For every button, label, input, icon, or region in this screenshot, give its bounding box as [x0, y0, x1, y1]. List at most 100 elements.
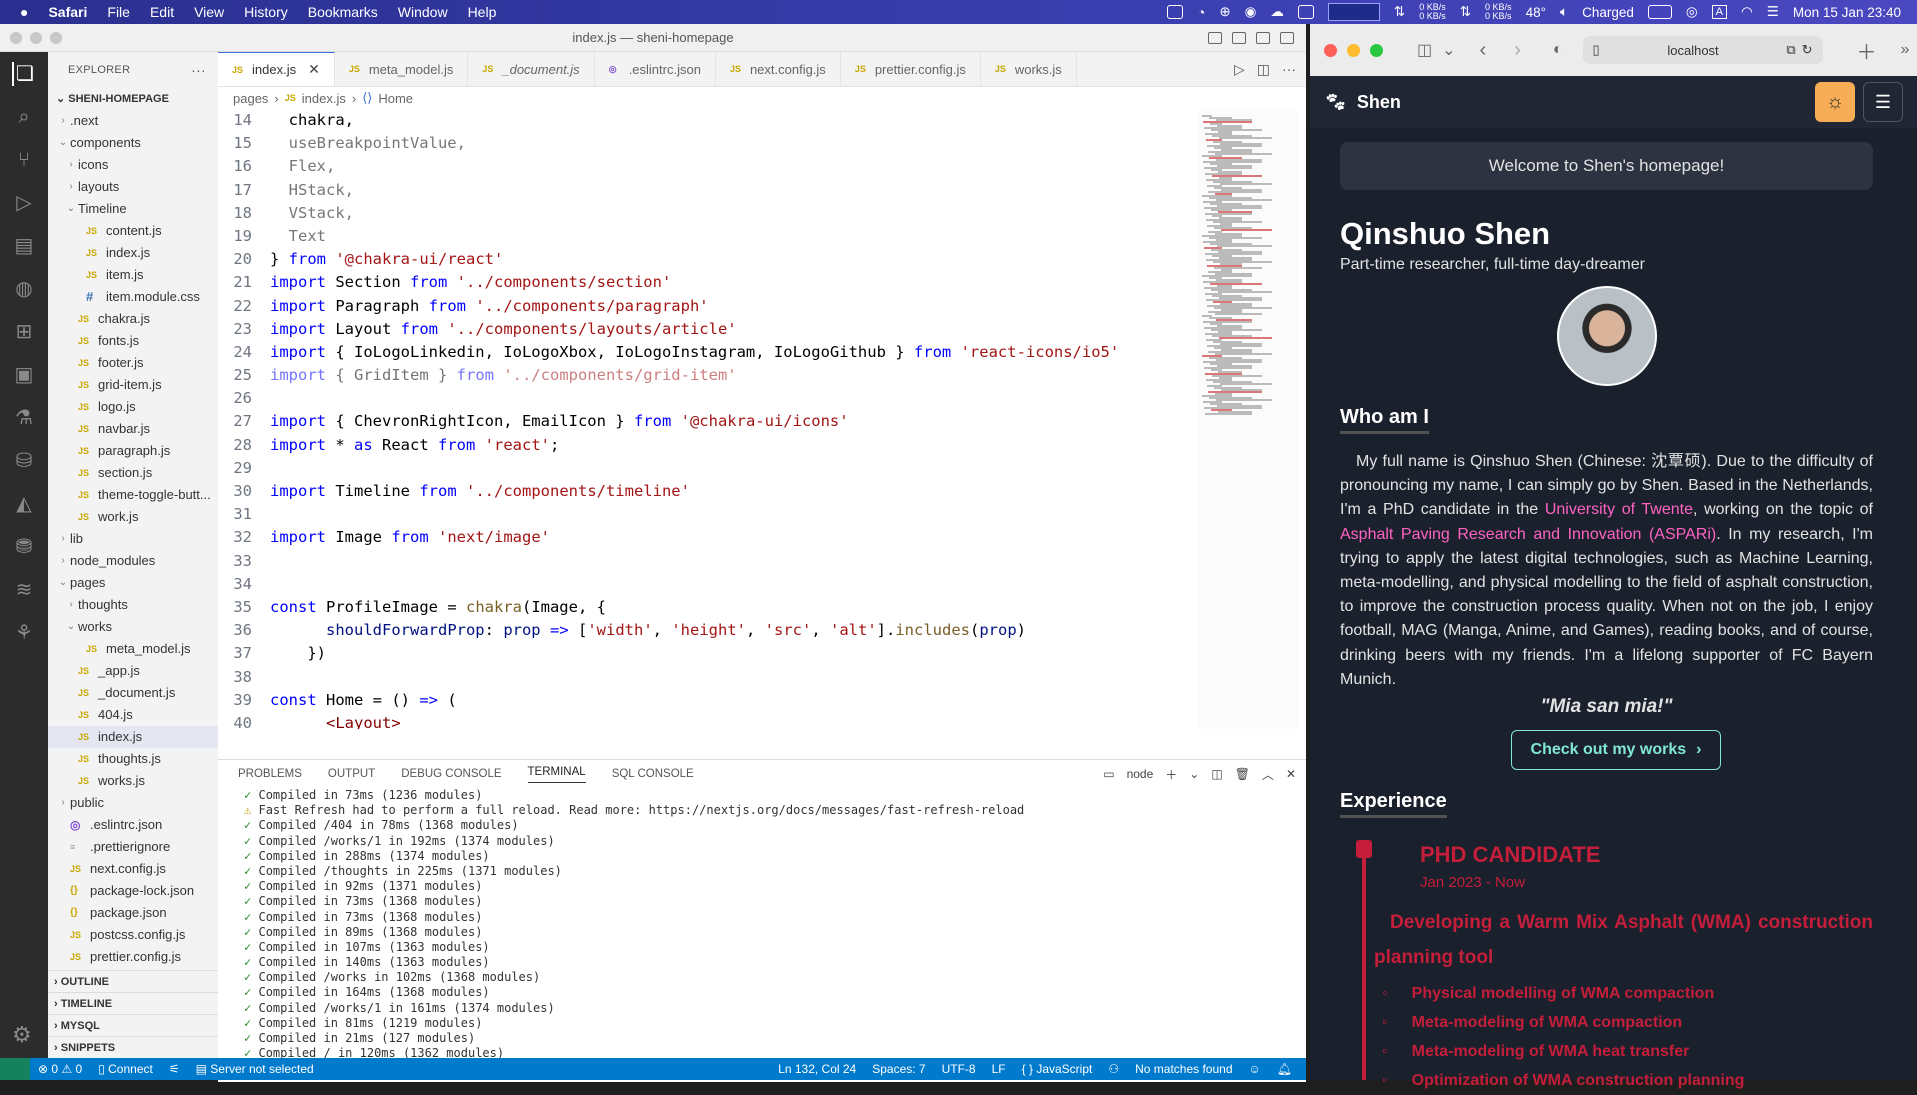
- tree-file[interactable]: ≡ .prettierignore: [48, 836, 218, 858]
- n-app-icon[interactable]: [1167, 5, 1184, 19]
- zoom-window-button[interactable]: [50, 31, 62, 44]
- tree-folder[interactable]: › public: [48, 792, 218, 814]
- menu-bookmarks[interactable]: Bookmarks: [308, 4, 378, 20]
- tree-folder[interactable]: ⌄ works: [48, 616, 218, 638]
- tree-file[interactable]: JS works.js: [48, 770, 218, 792]
- terminal-shell[interactable]: node: [1127, 767, 1154, 781]
- tree-file[interactable]: JS work.js: [48, 506, 218, 528]
- tree-file[interactable]: JS meta_model.js: [48, 638, 218, 660]
- chevron-down-icon[interactable]: ⌄: [1442, 40, 1455, 60]
- datetime[interactable]: Mon 15 Jan 23:40: [1793, 5, 1901, 20]
- tree-file[interactable]: {} package-lock.json: [48, 880, 218, 902]
- explorer-icon[interactable]: ❏: [12, 62, 36, 86]
- tree-folder[interactable]: › icons: [48, 154, 218, 176]
- menu-window[interactable]: Window: [398, 4, 448, 20]
- tree-folder[interactable]: › layouts: [48, 176, 218, 198]
- back-icon[interactable]: ‹: [1480, 39, 1487, 62]
- tree-folder[interactable]: › lib: [48, 528, 218, 550]
- database-icon[interactable]: ⛁: [12, 449, 36, 473]
- panel-tab-terminal[interactable]: TERMINAL: [527, 766, 586, 783]
- tree-folder[interactable]: ⌄ pages: [48, 572, 218, 594]
- battery-status[interactable]: Charged: [1582, 5, 1634, 20]
- privacy-shield-icon[interactable]: ◐: [1553, 41, 1563, 59]
- menu-history[interactable]: History: [244, 4, 288, 20]
- editor-tab[interactable]: JS _document.js: [468, 52, 595, 86]
- tree-file[interactable]: JS theme-toggle-butt...: [48, 484, 218, 506]
- indentation[interactable]: Spaces: 7: [872, 1062, 925, 1076]
- tree-file[interactable]: JS chakra.js: [48, 308, 218, 330]
- code-editor[interactable]: 14 chakra, 15 useBreakpointValue, 16 Flex,…: [218, 109, 1188, 729]
- connect-button[interactable]: ▯ Connect: [98, 1062, 153, 1076]
- volume-icon[interactable]: 🔈︎: [1560, 4, 1568, 20]
- new-tab-icon[interactable]: ＋: [1857, 36, 1877, 65]
- split-editor-icon[interactable]: ◫: [1257, 61, 1270, 78]
- control-center-icon[interactable]: ☰: [1767, 4, 1779, 20]
- chevron-up-icon[interactable]: ︿: [1262, 766, 1274, 783]
- translate-icon[interactable]: ⧉: [1786, 42, 1795, 58]
- panel-tab-output[interactable]: OUTPUT: [328, 768, 375, 780]
- menu-file[interactable]: File: [107, 4, 130, 20]
- editor-tab[interactable]: JS prettier.config.js: [841, 52, 981, 86]
- close-window-button[interactable]: [10, 31, 22, 44]
- tree-file[interactable]: ◎ .eslintrc.json: [48, 814, 218, 836]
- panel-tab-problems[interactable]: PROBLEMS: [238, 768, 302, 780]
- tree-file[interactable]: JS index.js: [48, 242, 218, 264]
- new-terminal-icon[interactable]: ＋: [1165, 766, 1177, 783]
- sql-icon[interactable]: ⛃: [12, 535, 36, 559]
- network-icon-2[interactable]: ⇅: [1460, 4, 1471, 20]
- cursor-position[interactable]: Ln 132, Col 24: [778, 1062, 856, 1076]
- breadcrumb-item[interactable]: pages: [233, 91, 268, 106]
- copilot-icon[interactable]: ⚇: [1108, 1062, 1119, 1076]
- forward-icon[interactable]: ›: [1514, 39, 1521, 62]
- tree-file[interactable]: {} package.json: [48, 902, 218, 924]
- section-timeline[interactable]: › TIMELINE: [48, 992, 218, 1014]
- zoom-window-button[interactable]: [1370, 43, 1383, 57]
- toggle-panel-icon[interactable]: [1232, 31, 1246, 44]
- tree-folder[interactable]: ⌄ components: [48, 132, 218, 154]
- tree-file[interactable]: JS thoughts.js: [48, 748, 218, 770]
- run-debug-icon[interactable]: ▷: [12, 191, 36, 215]
- project-root[interactable]: ⌄ SHENI-HOMEPAGE: [48, 88, 218, 110]
- tree-file[interactable]: JS next.config.js: [48, 858, 218, 880]
- input-source[interactable]: A: [1711, 5, 1728, 19]
- battery-icon[interactable]: [1647, 5, 1672, 19]
- gitlab-icon[interactable]: ◭: [12, 492, 36, 516]
- apple-icon[interactable]: ●: [20, 4, 28, 20]
- python-icon[interactable]: ⚘: [12, 621, 36, 645]
- hamburger-menu-button[interactable]: ☰: [1863, 82, 1903, 122]
- university-link[interactable]: University of Twente: [1545, 501, 1693, 518]
- broadcast-icon[interactable]: ⚟: [169, 1062, 180, 1076]
- tree-file[interactable]: JS paragraph.js: [48, 440, 218, 462]
- cpu-graph[interactable]: [1327, 3, 1380, 21]
- github-icon[interactable]: ◍: [12, 277, 36, 301]
- section-mysql[interactable]: › MYSQL: [48, 1014, 218, 1036]
- tree-file[interactable]: # item.module.css: [48, 286, 218, 308]
- cloud-icon[interactable]: ☁: [1270, 4, 1284, 20]
- minimap[interactable]: [1198, 109, 1298, 729]
- menu-view[interactable]: View: [194, 4, 224, 20]
- feedback-icon[interactable]: ☺: [1249, 1062, 1261, 1076]
- notifications-icon[interactable]: 🔔︎: [1277, 1062, 1292, 1076]
- tree-file[interactable]: JS content.js: [48, 220, 218, 242]
- tree-file[interactable]: JS _document.js: [48, 682, 218, 704]
- tree-file[interactable]: JS 404.js: [48, 704, 218, 726]
- split-terminal-icon[interactable]: ◫: [1211, 767, 1222, 781]
- tree-file[interactable]: JS section.js: [48, 462, 218, 484]
- tree-file[interactable]: JS item.js: [48, 264, 218, 286]
- site-logo[interactable]: 🐾︎ Shen: [1324, 92, 1401, 113]
- close-window-button[interactable]: [1324, 43, 1337, 57]
- tree-file[interactable]: JS footer.js: [48, 352, 218, 374]
- user-icon[interactable]: ◎: [1686, 4, 1698, 20]
- reload-icon[interactable]: ↻: [1802, 42, 1813, 58]
- section-snippets[interactable]: › SNIPPETS: [48, 1036, 218, 1058]
- tree-folder[interactable]: › node_modules: [48, 550, 218, 572]
- check-works-button[interactable]: Check out my works ›: [1511, 730, 1721, 771]
- sidebar-icon[interactable]: ◫: [1417, 40, 1432, 60]
- editor-tab[interactable]: ◎ .eslintrc.json: [595, 52, 716, 86]
- breadcrumb-item[interactable]: Home: [378, 91, 413, 106]
- minimize-window-button[interactable]: [1347, 43, 1360, 57]
- close-panel-icon[interactable]: ✕: [1286, 767, 1296, 781]
- extensions-icon[interactable]: ⊞: [12, 320, 36, 344]
- tree-file[interactable]: JS navbar.js: [48, 418, 218, 440]
- memory-icon[interactable]: [1297, 5, 1314, 19]
